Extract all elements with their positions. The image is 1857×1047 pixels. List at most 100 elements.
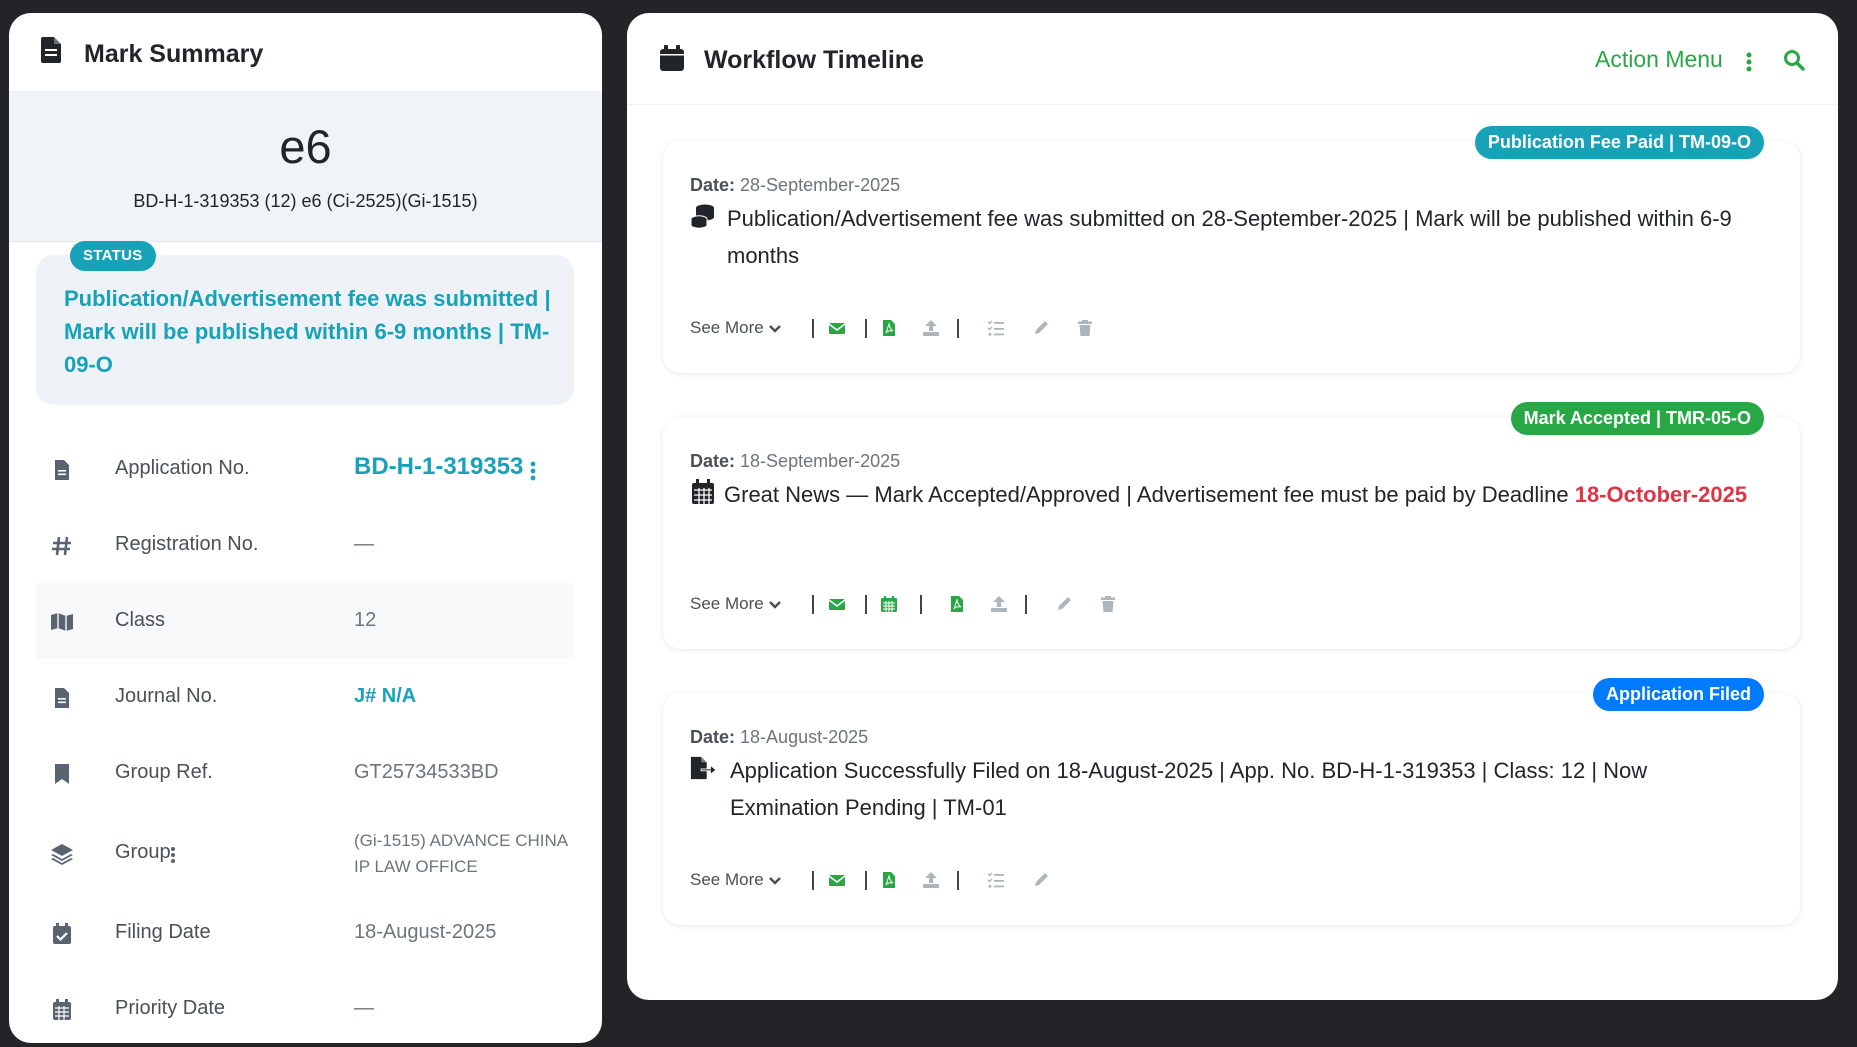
upload-icon[interactable]	[922, 871, 940, 889]
tasks-icon[interactable]	[987, 871, 1005, 889]
row-value: (Gi-1515) ADVANCE CHINA IP LAW OFFICE	[354, 831, 568, 876]
see-more-label: See More	[690, 318, 764, 337]
date-value: 18-September-2025	[740, 451, 901, 471]
see-more-button[interactable]: See More	[690, 594, 782, 614]
see-more-button[interactable]: See More	[690, 870, 782, 890]
calendar-icon[interactable]	[880, 595, 898, 613]
timeline-card: Mark Accepted | TMR-05-O Date: 18-Septem…	[663, 402, 1800, 649]
event-date: Date: 18-August-2025	[690, 727, 868, 748]
mark-hero: e6 BD-H-1-319353 (12) e6 (Ci-2525)(Gi-15…	[9, 91, 602, 242]
see-more-label: See More	[690, 870, 764, 889]
row-label: Journal No.	[115, 685, 218, 707]
row-label: Group	[115, 841, 171, 863]
row-label: Registration No.	[115, 533, 259, 555]
kebab-menu-icon[interactable]	[1745, 52, 1753, 72]
mark-summary-header: Mark Summary	[9, 13, 602, 91]
row-value: —	[354, 997, 374, 1019]
application-number-link[interactable]: BD-H-1-319353	[354, 453, 523, 481]
workflow-timeline-panel: Workflow Timeline Action Menu Publicatio…	[627, 13, 1838, 1000]
row-label: Application No.	[115, 457, 250, 479]
event-message: Publication/Advertisement fee was submit…	[727, 206, 1732, 268]
detail-row-class: Class 12	[36, 583, 574, 659]
kebab-menu-icon[interactable]	[530, 461, 536, 481]
bookmark-icon	[55, 764, 69, 784]
deadline-date: 18-October-2025	[1574, 482, 1748, 507]
event-message: Application Successfully Filed on 18-Aug…	[730, 758, 1648, 820]
see-more-label: See More	[690, 594, 764, 613]
pdf-file-icon[interactable]	[880, 871, 898, 889]
divider	[920, 595, 922, 614]
pdf-file-icon[interactable]	[948, 595, 966, 613]
search-icon[interactable]	[1783, 49, 1805, 71]
upload-icon[interactable]	[990, 595, 1008, 613]
file-icon	[55, 460, 69, 480]
row-value: 12	[354, 609, 377, 631]
event-badge: Publication Fee Paid | TM-09-O	[1474, 126, 1764, 159]
envelope-icon[interactable]	[828, 319, 846, 337]
pdf-file-icon[interactable]	[880, 319, 898, 337]
message-text: Great News — Mark Accepted/Approved | Ad…	[724, 482, 1575, 507]
detail-row-registration-no: Registration No. —	[36, 507, 574, 583]
status-text: Publication/Advertisement fee was submit…	[64, 286, 551, 377]
journal-link[interactable]: J# N/A	[354, 685, 416, 708]
event-badge: Mark Accepted | TMR-05-O	[1510, 402, 1764, 435]
chevron-down-icon	[768, 324, 781, 333]
divider	[865, 871, 867, 890]
file-icon	[41, 37, 61, 63]
pencil-icon[interactable]	[1055, 595, 1073, 613]
event-message: Great News — Mark Accepted/Approved | Ad…	[724, 476, 1754, 513]
chevron-down-icon	[768, 600, 781, 609]
row-value: —	[354, 533, 374, 555]
pencil-icon[interactable]	[1032, 319, 1050, 337]
divider	[812, 871, 814, 890]
calendar-check-icon	[53, 923, 71, 944]
coins-icon	[690, 204, 714, 229]
envelope-icon[interactable]	[828, 595, 846, 613]
see-more-button[interactable]: See More	[690, 318, 782, 338]
row-value: GT25734533BD	[354, 761, 499, 783]
row-label: Group Ref.	[115, 761, 213, 783]
divider	[865, 319, 867, 338]
action-menu-button[interactable]: Action Menu	[1595, 46, 1723, 73]
date-label: Date:	[690, 451, 736, 471]
divider	[812, 319, 814, 338]
event-date: Date: 28-September-2025	[690, 175, 900, 196]
trash-icon[interactable]	[1099, 595, 1117, 613]
file-export-icon	[690, 756, 716, 780]
calendar-icon	[660, 45, 684, 71]
divider	[957, 319, 959, 338]
timeline-header: Workflow Timeline Action Menu	[627, 13, 1838, 105]
card-actions: See More	[690, 868, 1290, 892]
kebab-menu-icon[interactable]	[170, 846, 176, 864]
mark-subtitle: BD-H-1-319353 (12) e6 (Ci-2525)(Gi-1515)	[133, 191, 478, 211]
chevron-down-icon	[768, 876, 781, 885]
detail-row-group-ref: Group Ref. GT25734533BD	[36, 735, 574, 811]
calendar-icon	[53, 999, 71, 1020]
date-label: Date:	[690, 175, 736, 195]
divider	[1025, 595, 1027, 614]
panel-title: Mark Summary	[84, 40, 264, 68]
detail-row-filing-date: Filing Date 18-August-2025	[36, 895, 574, 971]
date-value: 28-September-2025	[740, 175, 901, 195]
card-actions: See More	[690, 592, 1290, 616]
row-label: Class	[115, 609, 166, 631]
hashtag-icon	[52, 536, 71, 556]
divider	[812, 595, 814, 614]
row-label: Priority Date	[115, 997, 226, 1019]
card-actions: See More	[690, 316, 1290, 340]
file-icon	[55, 688, 69, 708]
tasks-icon[interactable]	[987, 319, 1005, 337]
row-label: Filing Date	[115, 921, 211, 943]
timeline-card: Application Filed Date: 18-August-2025 A…	[663, 678, 1800, 925]
pencil-icon[interactable]	[1032, 871, 1050, 889]
trash-icon[interactable]	[1076, 319, 1094, 337]
row-value: 18-August-2025	[354, 921, 497, 943]
mark-name: e6	[279, 120, 332, 173]
map-icon	[51, 613, 73, 631]
panel-title: Workflow Timeline	[704, 46, 924, 74]
upload-icon[interactable]	[922, 319, 940, 337]
envelope-icon[interactable]	[828, 871, 846, 889]
status-badge: STATUS	[70, 241, 156, 271]
divider	[957, 871, 959, 890]
detail-row-application-no: Application No. BD-H-1-319353	[36, 431, 574, 507]
